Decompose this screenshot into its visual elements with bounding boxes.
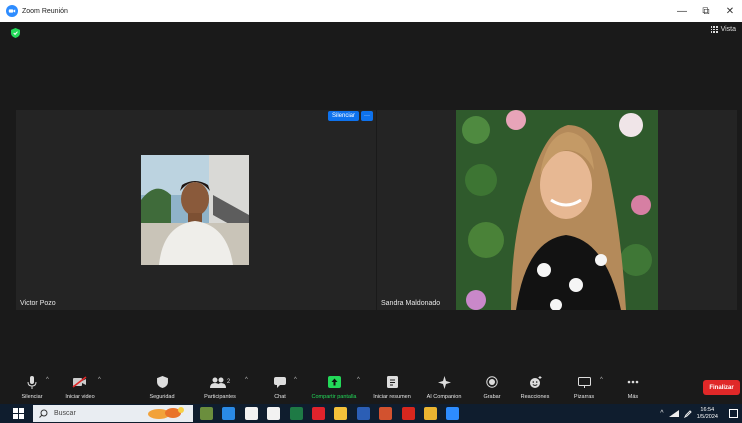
reactions-label: Reacciones [520,394,550,400]
participants-icon [209,377,226,388]
window-title: Zoom Reunión [22,7,68,15]
reactions-icon [529,374,542,390]
minecraft-app-icon[interactable] [200,407,213,420]
participants-button[interactable]: 2 Participantes [196,374,244,404]
windows-start-icon[interactable] [13,408,24,419]
notifications-icon[interactable] [729,409,738,418]
share-screen-label: Compartir pantalla [311,394,357,400]
zoom-logo-icon [6,5,18,17]
chrome-app-icon[interactable] [424,407,437,420]
search-placeholder: Buscar [54,410,76,417]
share-caret-icon[interactable]: ^ [357,377,360,383]
participant-video [456,110,658,310]
whiteboards-button[interactable]: Pizarras [564,374,604,404]
encryption-shield-icon[interactable] [11,28,20,38]
zoom-window: Zoom Reunión — ⧉ ✕ Vista Silenciar ··· V… [0,0,742,423]
whiteboard-icon [577,374,591,390]
video-off-icon [72,374,88,390]
word-app-icon[interactable] [356,407,370,420]
share-screen-icon [327,374,341,390]
participant-avatar-photo [141,155,249,265]
tray-expand-icon[interactable]: ^ [660,410,663,417]
opera-app-icon[interactable] [312,407,325,420]
security-button[interactable]: Seguridad [140,374,184,404]
record-icon [486,374,498,390]
record-button[interactable]: Grabar [472,374,512,404]
mute-participant-button[interactable]: Silenciar [327,111,359,121]
security-label: Seguridad [149,394,175,400]
participant-tile-victor[interactable]: Silenciar ··· Victor Pozo [16,110,376,310]
windows-taskbar: Buscar ^ 16:54 1/5/2024 [0,404,742,423]
participant-name: Sandra Maldonado [381,300,441,307]
participants-caret-icon[interactable]: ^ [245,377,248,383]
microphone-icon [27,374,37,390]
chat-label: Chat [274,394,286,400]
excel-app-icon[interactable] [289,407,303,420]
pen-icon[interactable] [683,409,692,418]
explorer-app-icon[interactable] [334,407,348,420]
system-tray: ^ 16:54 1/5/2024 [660,404,738,423]
participant-name: Victor Pozo [20,300,56,307]
participants-label: Participantes [204,394,236,400]
zoom-app-icon[interactable] [446,407,460,420]
view-button[interactable]: Vista [710,26,736,33]
meeting-toolbar: Silenciar ^ Iniciar video ^ Seguridad 2 … [0,374,742,404]
store-app-icon[interactable] [222,407,236,420]
grid-view-icon [710,26,718,33]
shield-icon [156,374,168,390]
start-summary-button[interactable]: Iniciar resumen [367,374,417,404]
more-button[interactable]: Más [618,374,648,404]
minimize-button[interactable]: — [670,0,694,22]
meeting-area: Vista Silenciar ··· Victor Pozo Sandra M… [0,22,742,374]
more-icon [627,374,639,390]
acrobat-app-icon[interactable] [401,407,415,420]
file-app-icon[interactable] [244,407,258,420]
participants-count: 2 [226,379,231,385]
start-video-label: Iniciar video [65,394,95,400]
whiteboards-label: Pizarras [573,394,595,400]
record-label: Grabar [483,394,501,400]
chat-icon [274,374,286,390]
participant-tile-sandra[interactable]: Sandra Maldonado [377,110,737,310]
ai-companion-label: AI Companion [426,394,462,400]
start-summary-label: Iniciar resumen [373,394,411,400]
title-bar: Zoom Reunión — ⧉ ✕ [0,0,742,22]
network-icon[interactable] [668,410,679,417]
powerpoint-app-icon[interactable] [379,407,393,420]
audio-options-caret-icon[interactable]: ^ [46,377,49,383]
reactions-button[interactable]: Reacciones [514,374,556,404]
video-options-caret-icon[interactable]: ^ [98,377,101,383]
whiteboards-caret-icon[interactable]: ^ [600,377,603,383]
sparkle-icon [437,374,451,390]
end-meeting-button[interactable]: Finalizar [703,380,740,395]
ai-companion-button[interactable]: AI Companion [420,374,468,404]
participant-more-button[interactable]: ··· [361,111,373,121]
search-highlight-icon [148,407,184,419]
document-app-icon[interactable] [267,407,281,420]
search-icon [39,409,48,418]
summary-icon [386,374,398,390]
chat-caret-icon[interactable]: ^ [294,377,297,383]
clock-date: 1/5/2024 [696,413,718,420]
start-video-button[interactable]: Iniciar video [58,374,102,404]
view-label: Vista [720,26,736,33]
system-clock[interactable]: 16:54 1/5/2024 [697,407,718,421]
restore-button[interactable]: ⧉ [694,0,718,22]
mute-label: Silenciar [21,394,43,400]
clock-time: 16:54 [700,406,715,413]
close-button[interactable]: ✕ [718,0,742,22]
more-label: Más [627,394,639,400]
